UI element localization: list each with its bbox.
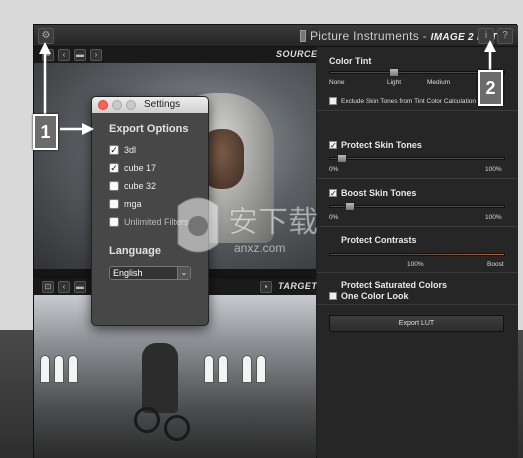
exclude-skin-label: Exclude Skin Tones from Tint Color Calcu… bbox=[341, 98, 476, 105]
protect-skin-checkbox[interactable]: ✓ bbox=[329, 141, 337, 150]
protect-contrasts-mid: 100% bbox=[407, 261, 424, 268]
protect-skin-track[interactable] bbox=[329, 157, 505, 160]
protect-skin-max: 100% bbox=[485, 166, 502, 173]
color-tint-slider[interactable] bbox=[389, 68, 399, 77]
svg-text:anxz.com: anxz.com bbox=[234, 241, 285, 255]
source-toolbar: ≡ ‹ ▬ › SOURCE bbox=[34, 47, 318, 63]
brand-name: Picture Instruments bbox=[310, 29, 420, 43]
protect-skin-min: 0% bbox=[329, 166, 339, 173]
protect-contrasts-title: Protect Contrasts bbox=[341, 235, 417, 245]
settings-titlebar: Settings bbox=[92, 97, 208, 113]
exclude-skin-checkbox[interactable] bbox=[329, 97, 337, 105]
zoom-button[interactable] bbox=[126, 100, 136, 110]
one-color-title: One Color Look bbox=[341, 291, 409, 301]
option-mga-label: mga bbox=[124, 199, 142, 209]
boost-skin-max: 100% bbox=[485, 214, 502, 221]
color-tint-title: Color Tint bbox=[329, 56, 372, 66]
list-icon[interactable]: ≡ bbox=[42, 49, 54, 61]
folder-icon[interactable]: ▬ bbox=[74, 49, 86, 61]
target-label: TARGET bbox=[278, 281, 318, 291]
save-icon[interactable]: ▪ bbox=[260, 281, 272, 293]
tick-none: None bbox=[329, 79, 345, 86]
language-value: English bbox=[113, 268, 143, 278]
protect-skin-title: Protect Skin Tones bbox=[341, 140, 422, 150]
brand-logo bbox=[300, 30, 306, 42]
option-unlimited-checkbox[interactable] bbox=[109, 217, 119, 227]
reset-icon[interactable]: ⊡ bbox=[42, 281, 54, 293]
chevron-right-icon[interactable]: › bbox=[90, 49, 102, 61]
source-label: SOURCE bbox=[276, 49, 318, 59]
language-heading: Language bbox=[109, 245, 161, 257]
option-cube17-checkbox[interactable]: ✓ bbox=[109, 163, 119, 173]
minimize-button[interactable] bbox=[112, 100, 122, 110]
option-cube32-checkbox[interactable] bbox=[109, 181, 119, 191]
callout-badge-1: 1 bbox=[33, 114, 58, 150]
app-brand: Picture Instruments - IMAGE 2 LUT bbox=[310, 29, 498, 43]
boost-skin-track[interactable] bbox=[329, 205, 505, 208]
boost-skin-title: Boost Skin Tones bbox=[341, 188, 417, 198]
settings-title: Settings bbox=[144, 99, 181, 110]
app-titlebar: ⚙ Picture Instruments - IMAGE 2 LUT i ? bbox=[34, 25, 518, 47]
protect-contrasts-max: Boost bbox=[487, 261, 504, 268]
gear-icon[interactable]: ⚙ bbox=[38, 28, 54, 44]
folder-icon[interactable]: ▬ bbox=[74, 281, 86, 293]
close-button[interactable] bbox=[98, 100, 108, 110]
one-color-checkbox[interactable] bbox=[329, 292, 337, 300]
saturated-section: Protect Saturated Colors One Color Look bbox=[317, 275, 518, 305]
chevron-left-icon[interactable]: ‹ bbox=[58, 281, 70, 293]
tick-light: Light bbox=[387, 79, 402, 86]
export-lut-button[interactable]: Export LUT bbox=[329, 315, 504, 332]
export-options-heading: Export Options bbox=[109, 123, 189, 135]
option-3dl-checkbox[interactable]: ✓ bbox=[109, 145, 119, 155]
callout-badge-2: 2 bbox=[478, 70, 503, 106]
chevron-down-icon: ⌄ bbox=[177, 267, 190, 279]
protect-skin-section: ✓ Protect Skin Tones 0% 100% bbox=[317, 133, 518, 179]
protect-skin-slider[interactable] bbox=[337, 154, 347, 163]
option-cube32-label: cube 32 bbox=[124, 181, 157, 191]
protect-saturated-title: Protect Saturated Colors bbox=[341, 280, 448, 290]
chevron-left-icon[interactable]: ‹ bbox=[58, 49, 70, 61]
option-mga-checkbox[interactable] bbox=[109, 199, 119, 209]
svg-text:安下载: 安下载 bbox=[228, 205, 318, 240]
language-select[interactable]: English ⌄ bbox=[109, 266, 191, 280]
info-button[interactable]: i bbox=[478, 28, 494, 44]
option-cube17-label: cube 17 bbox=[124, 163, 157, 173]
help-button[interactable]: ? bbox=[497, 28, 513, 44]
option-3dl-label: 3dl bbox=[124, 145, 137, 155]
protect-contrasts-track[interactable] bbox=[329, 253, 505, 256]
watermark-logo: 安下载 anxz.com bbox=[177, 197, 318, 255]
tick-medium: Medium bbox=[427, 79, 451, 86]
